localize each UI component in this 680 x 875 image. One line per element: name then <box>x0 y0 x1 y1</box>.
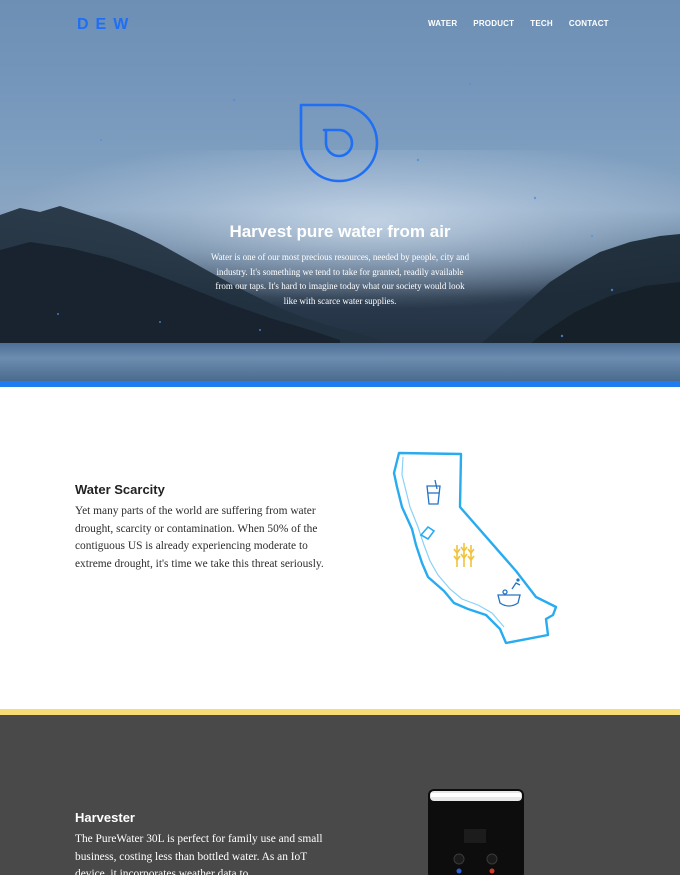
bath-tub-icon <box>497 578 521 607</box>
scarcity-description: Yet many parts of the world are sufferin… <box>75 505 324 571</box>
nav-item-water[interactable]: WATER <box>428 19 457 28</box>
dew-drop-logo-icon <box>299 103 379 183</box>
main-nav: WATER PRODUCT TECH CONTACT <box>428 19 625 28</box>
nav-item-tech[interactable]: TECH <box>530 19 553 28</box>
harvester-description: The PureWater 30L is perfect for family … <box>75 833 323 875</box>
brand-logo[interactable]: DEW <box>77 16 135 34</box>
water-scarcity-section: Water Scarcity Yet many parts of the wor… <box>0 387 680 709</box>
hero-title: Harvest pure water from air <box>229 222 451 241</box>
wheat-crop-icon <box>453 543 475 567</box>
hero-description: Water is one of our most precious resour… <box>210 252 470 306</box>
water-harvester-device-icon <box>428 789 524 875</box>
lake-water <box>0 343 680 381</box>
harvester-section: Harvester The PureWater 30L is perfect f… <box>0 715 680 875</box>
drink-cup-icon <box>426 479 441 505</box>
harvester-title: Harvester <box>75 810 135 825</box>
forest-silhouette <box>0 83 680 352</box>
nav-item-contact[interactable]: CONTACT <box>569 19 609 28</box>
nav-item-product[interactable]: PRODUCT <box>473 19 514 28</box>
scarcity-title: Water Scarcity <box>75 482 165 497</box>
hero-section: DEW WATER PRODUCT TECH CONTACT Harvest p… <box>0 0 680 381</box>
california-map-icon <box>392 451 558 645</box>
